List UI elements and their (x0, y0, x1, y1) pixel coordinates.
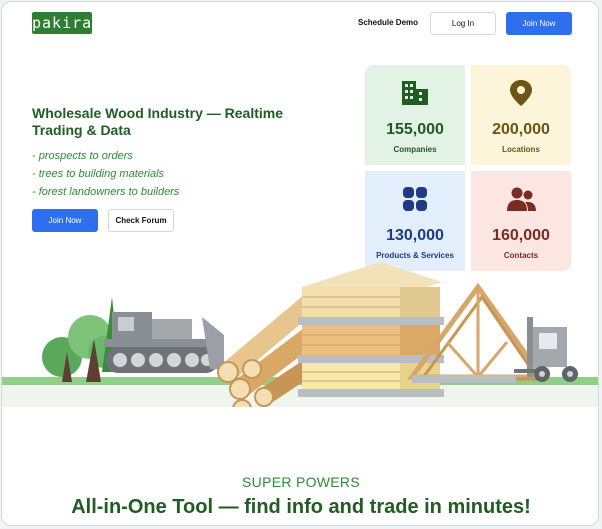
building-icon (365, 79, 465, 107)
check-forum-button[interactable]: Check Forum (108, 209, 174, 232)
log-in-button[interactable]: Log In (430, 12, 496, 35)
stat-label: Companies (393, 145, 437, 154)
hero-bullet: - prospects to orders (32, 150, 133, 162)
bulldozer-group (104, 312, 224, 373)
location-pin-icon (471, 79, 571, 107)
stat-value: 200,000 (492, 121, 550, 138)
stat-contacts: 160,000 Contacts (471, 171, 571, 271)
wood-industry-illustration (2, 262, 598, 407)
stat-value: 130,000 (386, 227, 444, 244)
hero-bullet: - forest landowners to builders (32, 186, 180, 198)
stat-locations: 200,000 Locations (471, 65, 571, 165)
pakira-logo[interactable]: pakira (32, 12, 92, 34)
hero-bullet: - trees to building materials (32, 168, 165, 180)
super-powers-label: SUPER POWERS (242, 474, 360, 490)
join-now-header-button[interactable]: Join Now (506, 12, 572, 35)
stat-value: 155,000 (386, 121, 444, 138)
super-powers-title: All-in-One Tool — find info and trade in… (71, 496, 531, 518)
join-now-hero-button[interactable]: Join Now (32, 209, 98, 232)
hero-bullets: - prospects to orders - trees to buildin… (32, 147, 179, 201)
stat-companies: 155,000 Companies (365, 65, 465, 165)
grid-icon (365, 185, 465, 213)
stat-value: 160,000 (492, 227, 550, 244)
stat-label: Locations (502, 145, 540, 154)
users-icon (471, 185, 571, 213)
schedule-demo-link[interactable]: Schedule Demo (358, 18, 418, 27)
page-frame: pakira Schedule Demo Log In Join Now Who… (1, 1, 599, 526)
hero-title: Wholesale Wood Industry — Realtime Tradi… (32, 105, 284, 138)
stat-products-services: 130,000 Products & Services (365, 171, 465, 271)
